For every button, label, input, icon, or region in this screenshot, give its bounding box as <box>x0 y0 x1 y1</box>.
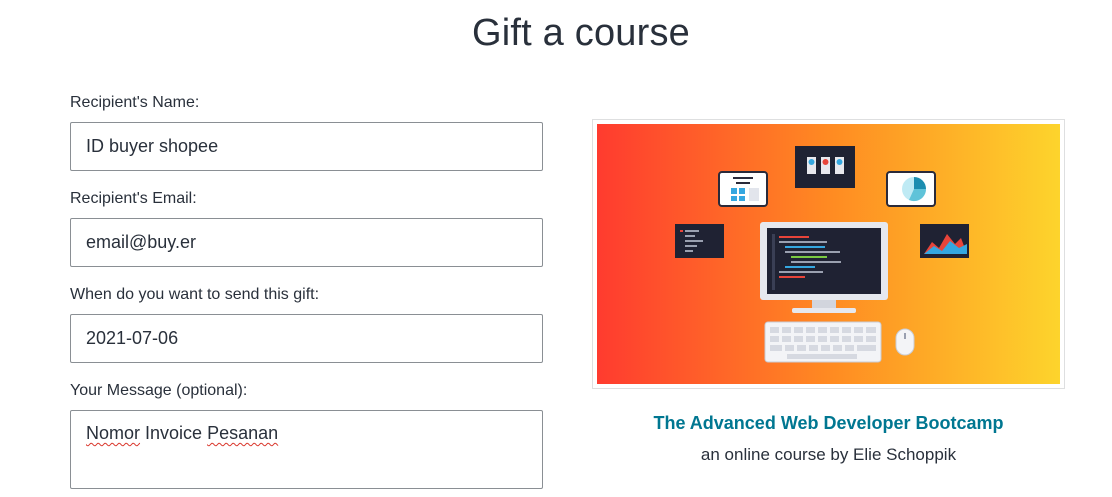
send-date-input[interactable] <box>70 314 543 363</box>
recipient-email-label: Recipient's Email: <box>70 190 197 207</box>
monitor-icon <box>760 222 888 313</box>
message-textarea[interactable]: Nomor Invoice Pesanan <box>70 410 543 489</box>
message-label: Your Message (optional): <box>70 382 248 399</box>
cards-panel-icon <box>795 146 855 188</box>
message-word: Pesanan <box>207 423 279 443</box>
message-word: Nomor <box>86 423 141 443</box>
pie-chart-card-icon <box>886 171 936 207</box>
recipient-name-input[interactable] <box>70 122 543 171</box>
course-image[interactable] <box>592 119 1065 389</box>
mouse-icon <box>895 328 915 356</box>
recipient-email-input[interactable] <box>70 218 543 267</box>
send-date-group: When do you want to send this gift: <box>70 284 543 363</box>
keyboard-icon <box>764 321 882 363</box>
page-title: Gift a course <box>471 12 691 54</box>
message-group: Your Message (optional): Nomor Invoice P… <box>70 380 543 489</box>
message-word: Invoice <box>145 423 203 443</box>
course-card: The Advanced Web Developer Bootcamp an o… <box>592 119 1065 465</box>
recipient-email-group: Recipient's Email: <box>70 188 543 267</box>
course-title-link[interactable]: The Advanced Web Developer Bootcamp <box>592 413 1065 434</box>
recipient-name-group: Recipient's Name: <box>70 92 543 171</box>
area-chart-panel-icon <box>920 224 969 258</box>
layout-card-icon <box>718 171 768 207</box>
recipient-name-label: Recipient's Name: <box>70 94 200 111</box>
code-panel-icon <box>675 224 724 258</box>
course-illustration <box>597 124 1060 384</box>
gift-course-page: Gift a course Recipient's Name: Recipien… <box>0 0 1112 497</box>
send-date-label: When do you want to send this gift: <box>70 286 320 303</box>
course-author: an online course by Elie Schoppik <box>700 445 957 464</box>
